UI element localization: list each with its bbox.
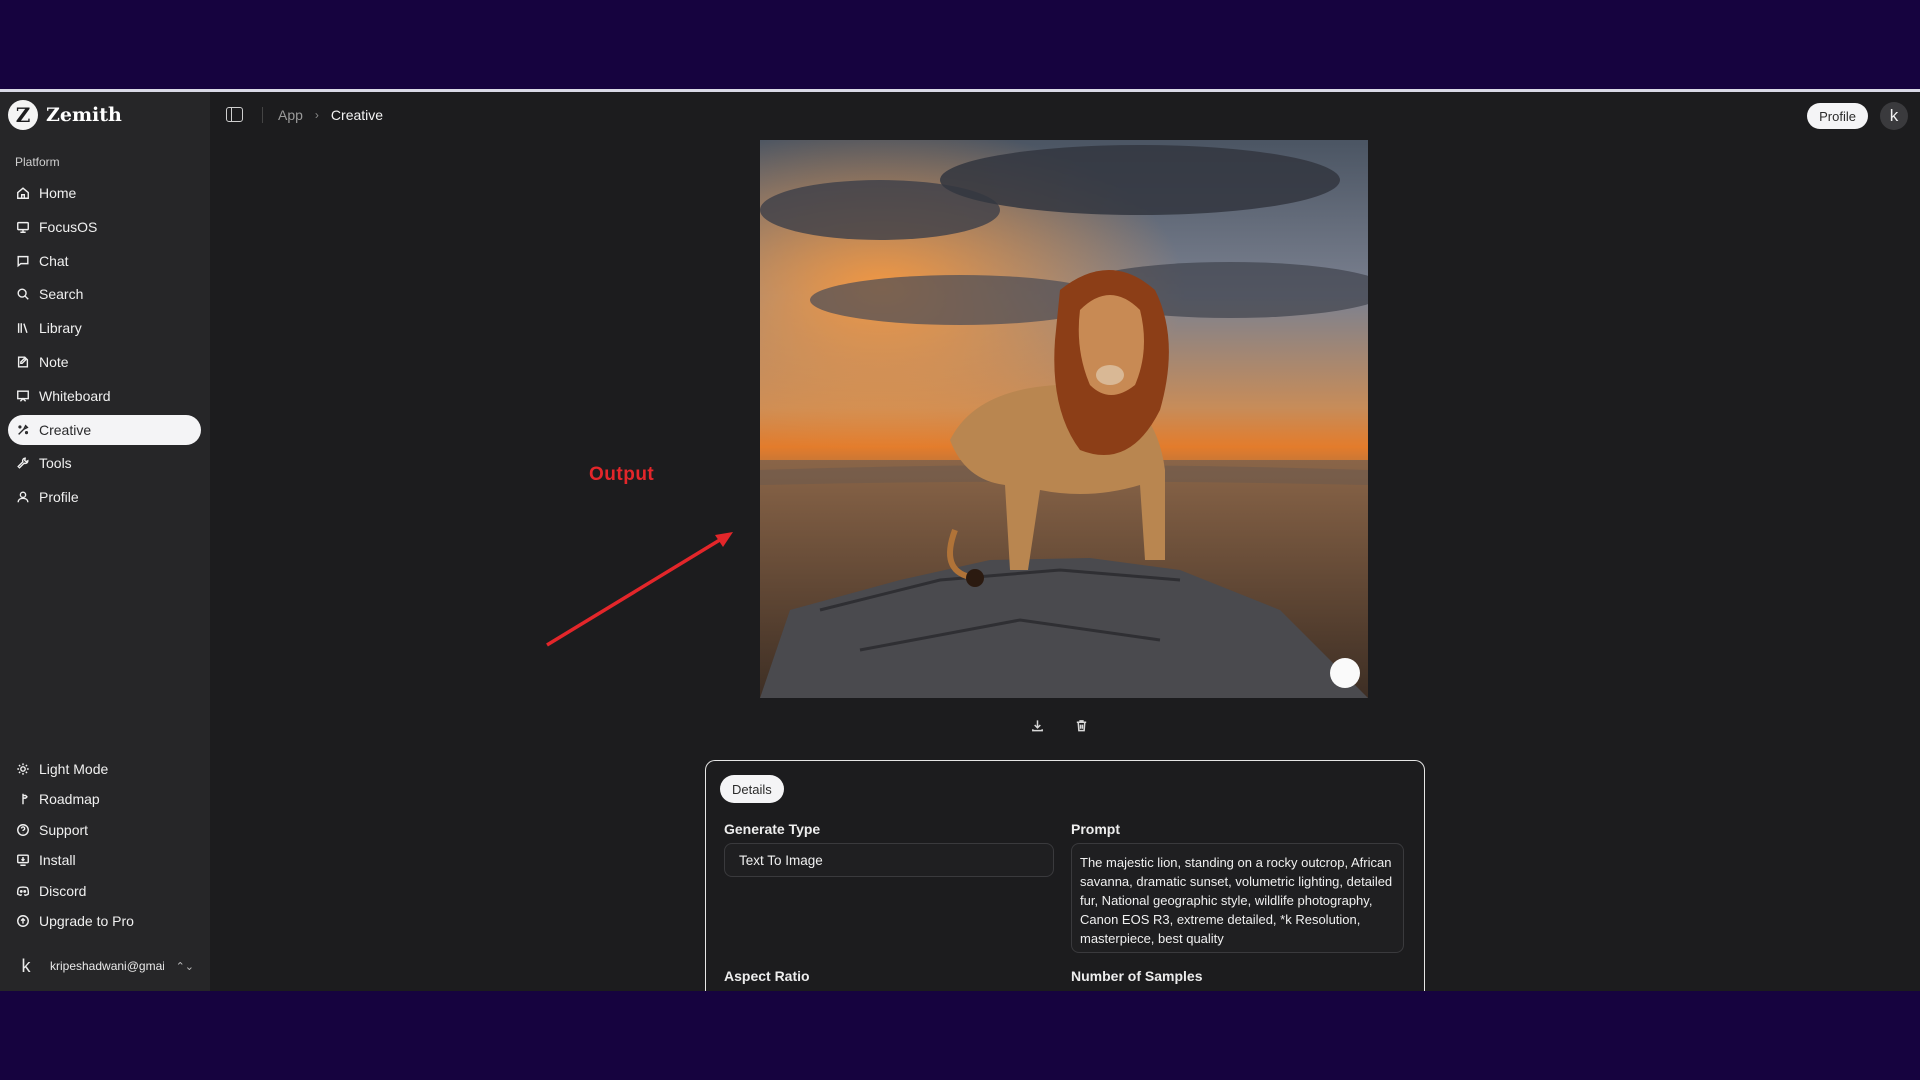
sidebar-item-label: Search <box>39 286 84 303</box>
sidebar-item-roadmap[interactable]: Roadmap <box>8 785 201 813</box>
aspect-ratio-label: Aspect Ratio <box>724 968 810 984</box>
whiteboard-icon <box>16 389 30 403</box>
divider <box>262 107 263 123</box>
chevron-up-down-icon: ⌃⌄ <box>175 960 194 973</box>
details-panel: Details Generate Type Text To Image Prom… <box>705 760 1425 1000</box>
generated-lion-image <box>760 140 1368 698</box>
app-window: Z Zemith Platform Home FocusOS Chat Sear… <box>0 89 1920 1000</box>
sidebar-item-label: Upgrade to Pro <box>39 912 134 929</box>
prompt-field[interactable]: The majestic lion, standing on a rocky o… <box>1071 843 1404 953</box>
sidebar-item-focusos[interactable]: FocusOS <box>8 212 201 242</box>
image-option-dot[interactable] <box>1330 658 1360 688</box>
sidebar-item-label: Library <box>39 320 82 337</box>
download-monitor-icon <box>16 853 30 867</box>
user-menu[interactable]: k kripeshadwani@gmai... ⌃⌄ <box>14 951 195 981</box>
sidebar-item-support[interactable]: Support <box>8 816 201 844</box>
sidebar-item-label: Profile <box>39 489 79 506</box>
logo-icon: Z <box>8 100 38 130</box>
sidebar-item-note[interactable]: Note <box>8 347 201 377</box>
search-icon <box>16 287 30 301</box>
annotation-label: Output <box>589 464 655 485</box>
prompt-label: Prompt <box>1071 821 1120 837</box>
download-icon[interactable] <box>1026 714 1048 736</box>
sidebar-item-profile[interactable]: Profile <box>8 482 201 512</box>
image-actions <box>1026 714 1092 736</box>
chat-icon <box>16 254 30 268</box>
monitor-icon <box>16 220 30 234</box>
topbar: App › Creative Profile k <box>210 92 1920 140</box>
sidebar-item-label: Tools <box>39 455 72 472</box>
wrench-icon <box>16 456 30 470</box>
library-icon <box>16 321 30 335</box>
sidebar-item-label: Whiteboard <box>39 387 111 404</box>
sidebar-bottom-nav: Light Mode Roadmap Support Install Disco… <box>8 755 201 937</box>
discord-icon <box>16 884 30 898</box>
breadcrumb-app[interactable]: App <box>278 107 303 123</box>
sidebar-item-library[interactable]: Library <box>8 313 201 343</box>
generate-type-value: Text To Image <box>739 853 823 868</box>
sidebar-toggle-icon[interactable] <box>226 107 243 122</box>
generate-type-field[interactable]: Text To Image <box>724 843 1054 877</box>
profile-button[interactable]: Profile <box>1807 103 1868 129</box>
lion-illustration <box>760 140 1368 698</box>
sidebar-item-creative[interactable]: Creative <box>8 414 201 445</box>
sidebar-item-label: Discord <box>39 882 87 899</box>
sidebar-item-label: Roadmap <box>39 791 100 808</box>
palette-icon <box>16 423 30 437</box>
sidebar-item-label: Creative <box>39 421 92 438</box>
app-name: Zemith <box>46 104 122 126</box>
brand[interactable]: Z Zemith <box>8 100 122 130</box>
sun-icon <box>16 762 30 776</box>
prompt-value: The majestic lion, standing on a rocky o… <box>1080 855 1393 946</box>
section-label-platform: Platform <box>15 155 60 169</box>
sidebar-item-whiteboard[interactable]: Whiteboard <box>8 381 201 411</box>
chevron-right-icon: › <box>314 108 319 122</box>
tab-details[interactable]: Details <box>720 775 784 803</box>
sidebar-item-install[interactable]: Install <box>8 846 201 874</box>
upgrade-icon <box>16 914 30 928</box>
sidebar: Z Zemith Platform Home FocusOS Chat Sear… <box>0 92 210 991</box>
annotation-arrow-icon <box>546 532 733 647</box>
trash-icon[interactable] <box>1070 714 1092 736</box>
avatar: k <box>21 955 31 976</box>
sidebar-item-label: Support <box>39 821 89 838</box>
user-icon <box>16 490 30 504</box>
sidebar-item-home[interactable]: Home <box>8 178 201 208</box>
sidebar-item-tools[interactable]: Tools <box>8 448 201 478</box>
milestone-icon <box>16 792 30 806</box>
avatar[interactable]: k <box>1880 102 1908 130</box>
breadcrumb-current: Creative <box>330 107 384 123</box>
sidebar-item-label: FocusOS <box>39 218 98 235</box>
sidebar-nav: Home FocusOS Chat Search Library Note Wh… <box>8 178 201 516</box>
sidebar-item-label: Light Mode <box>39 761 109 777</box>
sidebar-item-chat[interactable]: Chat <box>8 246 201 276</box>
sidebar-item-upgrade[interactable]: Upgrade to Pro <box>8 907 201 935</box>
sidebar-item-light-mode[interactable]: Light Mode <box>8 755 201 783</box>
sidebar-item-discord[interactable]: Discord <box>8 877 201 905</box>
home-icon <box>16 186 30 200</box>
sidebar-item-label: Note <box>39 353 69 370</box>
generate-type-label: Generate Type <box>724 821 821 837</box>
bottom-letterbox <box>0 991 1920 1080</box>
sidebar-item-label: Install <box>39 852 76 869</box>
sidebar-item-label: Chat <box>39 252 69 269</box>
number-of-samples-label: Number of Samples <box>1071 968 1203 984</box>
breadcrumb: App › Creative <box>278 107 383 123</box>
note-icon <box>16 355 30 369</box>
sidebar-item-label: Home <box>39 185 77 201</box>
help-circle-icon <box>16 823 30 837</box>
user-email: kripeshadwani@gmai... <box>50 959 164 973</box>
sidebar-item-search[interactable]: Search <box>8 279 201 309</box>
